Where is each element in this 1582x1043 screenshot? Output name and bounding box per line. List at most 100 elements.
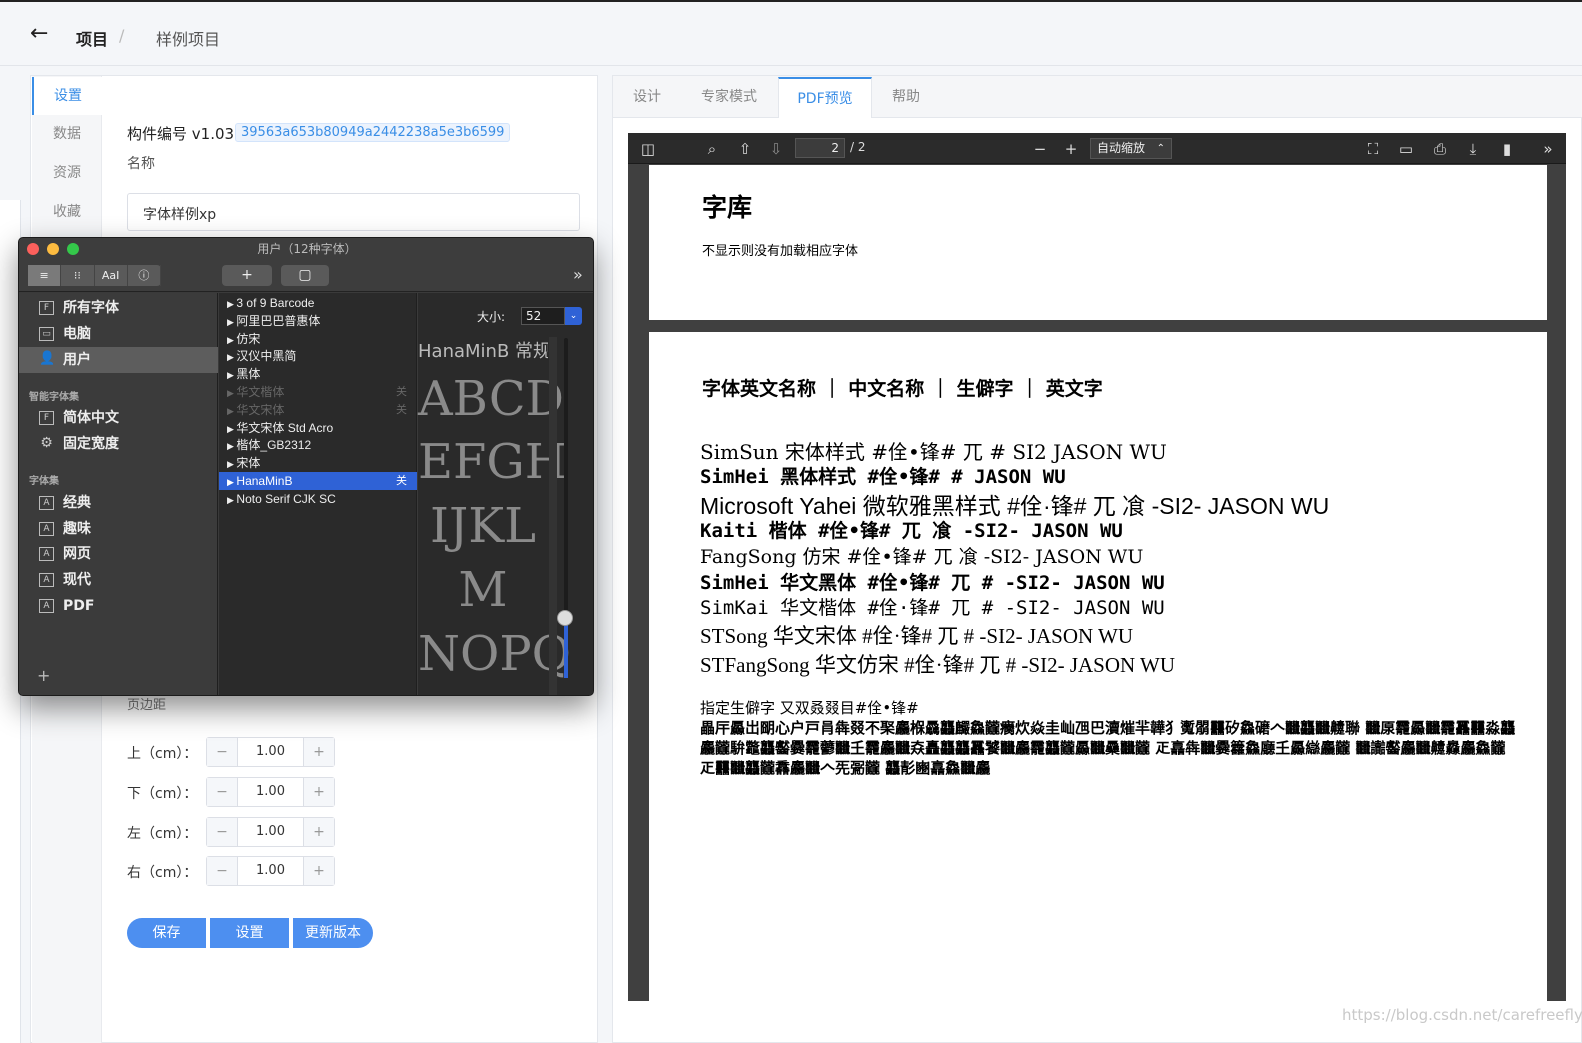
disclosure-triangle-icon[interactable]: ▶ [227, 370, 236, 380]
disclosure-triangle-icon[interactable]: ▶ [227, 459, 236, 469]
zoom-select[interactable]: 自动缩放 ⌃ [1090, 138, 1172, 159]
set-web[interactable]: A 网页 [19, 541, 218, 567]
tab-pdf-preview[interactable]: PDF预览 [778, 77, 872, 118]
stepper-plus-button[interactable]: + [304, 818, 334, 846]
disclosure-triangle-icon[interactable]: ▶ [227, 388, 236, 398]
close-window-icon[interactable] [27, 243, 39, 255]
sidebar-toggle-icon[interactable]: ◫ [638, 139, 658, 159]
page-down-icon[interactable]: ⇩ [766, 139, 786, 159]
stepper-plus-button[interactable]: + [304, 857, 334, 885]
view-mode-segment[interactable]: ≡ ⁝⁝ AaI ⓘ [28, 265, 161, 286]
stepper-minus-button[interactable]: − [207, 778, 237, 806]
margin-left-stepper[interactable]: −1.00 + [206, 817, 335, 847]
grid-view-icon[interactable]: ⁝⁝ [61, 265, 94, 286]
font-set-icon: A [39, 573, 54, 587]
set-fun[interactable]: A 趣味 [19, 516, 218, 542]
page-number-input[interactable]: 2 [795, 138, 845, 158]
disclosure-triangle-icon[interactable]: ▶ [227, 352, 236, 362]
stepper-value[interactable]: 1.00 [237, 818, 304, 846]
margin-bottom-stepper[interactable]: −1.00 + [206, 777, 335, 807]
zoom-in-icon[interactable]: + [1061, 139, 1081, 159]
font-list-item[interactable]: ▶ 仿宋 [219, 330, 417, 348]
zoom-window-icon[interactable] [67, 243, 79, 255]
zoom-out-icon[interactable]: − [1030, 139, 1050, 159]
stepper-minus-button[interactable]: − [207, 857, 237, 885]
font-list-item[interactable]: ▶ 华文楷体 关 [219, 383, 417, 401]
margin-right-stepper[interactable]: −1.00 + [206, 856, 335, 886]
more-tools-icon[interactable]: » [1538, 139, 1558, 159]
nav-item-data[interactable]: 数据 [32, 115, 102, 153]
disclosure-triangle-icon[interactable]: ▶ [227, 495, 236, 505]
margin-top-stepper[interactable]: −1.00 + [206, 737, 335, 767]
stepper-value[interactable]: 1.00 [237, 738, 304, 766]
font-list-item[interactable]: ▶ 华文宋体 关 [219, 401, 417, 419]
disclosure-triangle-icon[interactable]: ▶ [227, 441, 236, 451]
collection-computer[interactable]: ▭ 电脑 [19, 321, 218, 347]
print-icon[interactable]: ⎙ [1430, 139, 1450, 159]
stepper-minus-button[interactable]: − [207, 738, 237, 766]
font-list-item[interactable]: ▶ 华文宋体 Std Acro [219, 419, 417, 437]
collection-label: 简体中文 [63, 410, 119, 426]
nav-item-resources[interactable]: 资源 [32, 154, 102, 192]
disclosure-triangle-icon[interactable]: ▶ [227, 406, 236, 416]
save-button[interactable]: 保存 [127, 918, 206, 948]
preview-scrollbar[interactable] [549, 337, 557, 696]
font-list-item[interactable]: ▶ HanaMinB 关 [219, 472, 417, 490]
disclosure-triangle-icon[interactable]: ▶ [227, 299, 236, 309]
info-icon[interactable]: ⓘ [128, 265, 161, 286]
disclosure-triangle-icon[interactable]: ▶ [227, 477, 236, 487]
font-list-item[interactable]: ▶ 阿里巴巴普惠体 [219, 312, 417, 330]
list-view-icon[interactable]: ≡ [28, 265, 61, 286]
sample-view-icon[interactable]: AaI [95, 265, 128, 286]
stepper-value[interactable]: 1.00 [237, 857, 304, 885]
collection-user[interactable]: 👤 用户 [19, 347, 218, 373]
font-list-item[interactable]: ▶ 黑体 [219, 365, 417, 383]
download-icon[interactable]: ⤓ [1463, 139, 1483, 159]
size-input[interactable]: 52 [521, 307, 565, 325]
minimize-window-icon[interactable] [47, 243, 59, 255]
tab-help[interactable]: 帮助 [876, 77, 936, 118]
stepper-minus-button[interactable]: − [207, 818, 237, 846]
font-book-window[interactable]: 用户（12种字体） ≡ ⁝⁝ AaI ⓘ + ▢ » F 所有字体 ▭ 电脑 👤 用户… [18, 237, 594, 696]
nav-item-settings[interactable]: 设置 [32, 77, 102, 115]
collection-all-fonts[interactable]: F 所有字体 [19, 295, 218, 321]
chevron-down-icon[interactable]: ⌄ [565, 307, 582, 325]
bookmark-icon[interactable]: ▮ [1497, 139, 1517, 159]
fullscreen-icon[interactable]: ⛶ [1363, 139, 1383, 159]
back-arrow-icon[interactable]: ← [30, 22, 48, 46]
font-list-item[interactable]: ▶ 宋体 [219, 454, 417, 472]
stepper-value[interactable]: 1.00 [237, 778, 304, 806]
font-list-item[interactable]: ▶ 3 of 9 Barcode [219, 294, 417, 312]
margin-bottom-label: 下（cm）： [127, 783, 197, 803]
stepper-plus-button[interactable]: + [304, 778, 334, 806]
more-icon[interactable]: » [573, 265, 583, 284]
set-modern[interactable]: A 现代 [19, 567, 218, 593]
disclosure-triangle-icon[interactable]: ▶ [227, 424, 236, 434]
preview-toggle-button[interactable]: ▢ [281, 265, 329, 286]
set-classic[interactable]: A 经典 [19, 490, 218, 516]
font-name: Noto Serif CJK SC [236, 492, 335, 506]
search-icon[interactable]: ⌕ [702, 139, 722, 159]
set-pdf[interactable]: A PDF [19, 593, 218, 619]
tab-expert-mode[interactable]: 专家模式 [684, 77, 774, 118]
update-version-button[interactable]: 更新版本 [293, 918, 373, 948]
add-font-button[interactable]: + [222, 265, 272, 286]
add-collection-button[interactable]: + [37, 666, 50, 685]
name-input[interactable]: 字体样例xp [127, 193, 580, 231]
stepper-plus-button[interactable]: + [304, 738, 334, 766]
tab-design[interactable]: 设计 [614, 77, 680, 118]
breadcrumb-root[interactable]: 项目 [76, 26, 108, 50]
settings-button[interactable]: 设置 [210, 918, 289, 948]
collection-fixed-width[interactable]: ⚙ 固定宽度 [19, 431, 218, 457]
disclosure-triangle-icon[interactable]: ▶ [227, 335, 236, 345]
size-slider-fill [564, 618, 568, 678]
font-list-item[interactable]: ▶ 汉仪中黑简 [219, 347, 417, 365]
font-list-item[interactable]: ▶ Noto Serif CJK SC [219, 490, 417, 508]
disclosure-triangle-icon[interactable]: ▶ [227, 317, 236, 327]
nav-item-favorites[interactable]: 收藏 [32, 193, 102, 231]
size-slider-knob[interactable] [557, 610, 573, 626]
font-list-item[interactable]: ▶ 楷体_GB2312 [219, 436, 417, 454]
page-up-icon[interactable]: ⇧ [735, 139, 755, 159]
collection-simplified-chinese[interactable]: F 简体中文 [19, 405, 218, 431]
open-file-icon[interactable]: ▭ [1396, 139, 1416, 159]
